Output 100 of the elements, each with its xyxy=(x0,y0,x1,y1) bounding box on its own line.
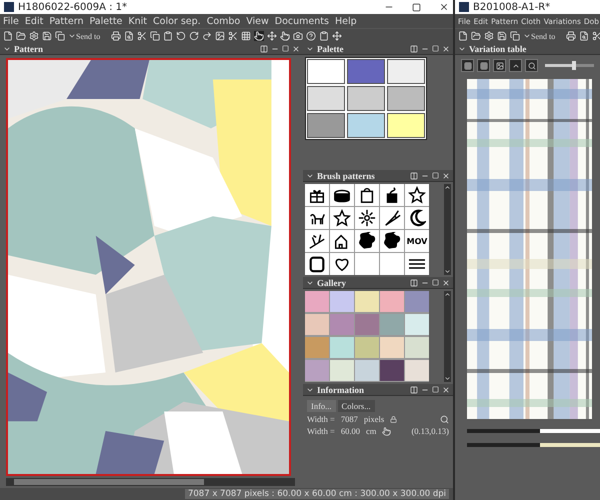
menu-item[interactable]: File xyxy=(3,16,19,26)
maximize-icon[interactable] xyxy=(412,2,421,12)
printer-icon[interactable] xyxy=(566,31,576,41)
close-icon[interactable] xyxy=(439,2,449,12)
brush-tile[interactable] xyxy=(405,184,429,206)
new-file-icon[interactable] xyxy=(3,31,13,41)
settings-icon[interactable] xyxy=(29,31,39,41)
brush-tile[interactable] xyxy=(305,207,329,229)
brush-tile[interactable] xyxy=(330,207,354,229)
close-icon[interactable] xyxy=(442,172,450,180)
lock-icon[interactable] xyxy=(390,416,398,422)
info-tab[interactable]: Colors... xyxy=(338,400,375,412)
layout-icon[interactable] xyxy=(410,278,418,286)
color-swatch[interactable] xyxy=(347,86,385,111)
brush-tile[interactable] xyxy=(405,253,429,275)
menu-item[interactable]: Knit xyxy=(128,16,148,26)
brush-tile[interactable] xyxy=(305,184,329,206)
save-icon[interactable] xyxy=(42,31,52,41)
color-swatch[interactable] xyxy=(307,59,345,84)
color-swatch[interactable] xyxy=(387,113,425,138)
menu-item[interactable]: Edit xyxy=(24,16,44,26)
close-icon[interactable] xyxy=(442,44,450,52)
brush-tile[interactable] xyxy=(380,230,404,252)
undo-icon[interactable] xyxy=(176,31,186,41)
copy-icon[interactable] xyxy=(510,31,520,41)
menu-item[interactable]: Palette xyxy=(90,16,122,26)
print-preview-icon[interactable] xyxy=(579,31,590,41)
redo-icon[interactable] xyxy=(189,31,200,41)
menu-item[interactable]: Combo xyxy=(206,16,240,26)
brush-tile[interactable]: MOV xyxy=(405,230,429,252)
printer-icon[interactable] xyxy=(111,31,122,41)
scroll-down-icon[interactable] xyxy=(444,375,451,382)
brush-tile[interactable] xyxy=(355,207,379,229)
scissors-icon[interactable] xyxy=(228,31,238,41)
menu-item[interactable]: Pattern xyxy=(49,16,84,26)
layout-icon[interactable] xyxy=(410,386,418,394)
brush-tile[interactable] xyxy=(380,207,404,229)
table-icon[interactable] xyxy=(461,59,474,72)
color-swatch[interactable] xyxy=(347,113,385,138)
grid-icon[interactable] xyxy=(477,59,490,72)
info-label: Width = xyxy=(307,426,335,436)
send-to-button[interactable]: Send to xyxy=(68,32,100,40)
brush-tile[interactable] xyxy=(380,253,404,275)
scroll-up-icon[interactable] xyxy=(444,291,451,298)
menu-item[interactable]: Help xyxy=(334,16,357,26)
brush-tile[interactable] xyxy=(305,230,329,252)
move-icon[interactable] xyxy=(267,31,278,41)
layout-icon[interactable] xyxy=(410,172,418,180)
copy-icon[interactable] xyxy=(55,31,65,41)
color-swatch[interactable] xyxy=(307,113,345,138)
brush-tile[interactable] xyxy=(330,184,354,206)
new-file-icon[interactable] xyxy=(458,31,468,41)
copy-icon[interactable] xyxy=(150,31,160,41)
info-tab[interactable]: Info... xyxy=(307,400,336,412)
clipboard-icon[interactable] xyxy=(319,31,330,41)
brush-tile[interactable] xyxy=(355,184,379,206)
horizontal-scrollbar[interactable] xyxy=(6,478,295,486)
close-icon[interactable] xyxy=(442,278,450,286)
scissors-icon[interactable] xyxy=(137,31,148,41)
brush-tile[interactable] xyxy=(380,184,404,206)
brush-tile[interactable] xyxy=(330,253,354,275)
send-to-button[interactable]: Send to xyxy=(523,32,556,40)
color-swatch[interactable] xyxy=(307,86,345,111)
redo-arrow-icon[interactable] xyxy=(202,31,212,41)
save-icon[interactable] xyxy=(497,31,507,41)
help-icon[interactable] xyxy=(306,31,316,41)
pointer-icon[interactable] xyxy=(254,31,264,41)
search-icon[interactable] xyxy=(525,59,538,72)
settings-icon[interactable] xyxy=(484,31,494,41)
close-icon[interactable] xyxy=(442,386,450,394)
open-folder-icon[interactable] xyxy=(16,31,26,41)
color-swatch[interactable] xyxy=(387,86,425,111)
menu-item[interactable]: View xyxy=(246,16,269,26)
layout-icon[interactable] xyxy=(410,44,418,52)
brush-tile[interactable] xyxy=(305,253,329,275)
image-icon[interactable] xyxy=(493,59,506,72)
brush-tile[interactable] xyxy=(355,230,379,252)
scroll-down-icon[interactable] xyxy=(444,268,451,275)
close-icon[interactable] xyxy=(292,44,300,52)
clipboard-icon[interactable] xyxy=(163,31,174,41)
pointer-icon[interactable] xyxy=(280,31,290,41)
brush-tile[interactable] xyxy=(405,207,429,229)
layout-icon[interactable] xyxy=(260,44,268,52)
print-preview-icon[interactable] xyxy=(124,31,134,41)
move-icon[interactable] xyxy=(332,31,342,41)
color-swatch[interactable] xyxy=(387,59,425,84)
brush-tile[interactable] xyxy=(355,253,379,275)
scroll-up-icon[interactable] xyxy=(444,184,451,191)
vertical-scrollbar[interactable] xyxy=(444,291,451,382)
coordinates-text: (0.13,0.13) xyxy=(411,426,449,436)
brush-tile[interactable] xyxy=(330,230,354,252)
menu-item[interactable]: Documents xyxy=(274,16,329,26)
zoom-slider[interactable] xyxy=(545,64,594,67)
slider-thumb[interactable] xyxy=(572,61,576,70)
color-swatch[interactable] xyxy=(347,59,385,84)
open-folder-icon[interactable] xyxy=(471,31,481,41)
vertical-scrollbar[interactable] xyxy=(444,184,451,275)
scissors-icon[interactable] xyxy=(592,31,600,41)
camera-icon[interactable] xyxy=(293,31,304,41)
menu-item[interactable]: Color sep. xyxy=(153,16,201,26)
